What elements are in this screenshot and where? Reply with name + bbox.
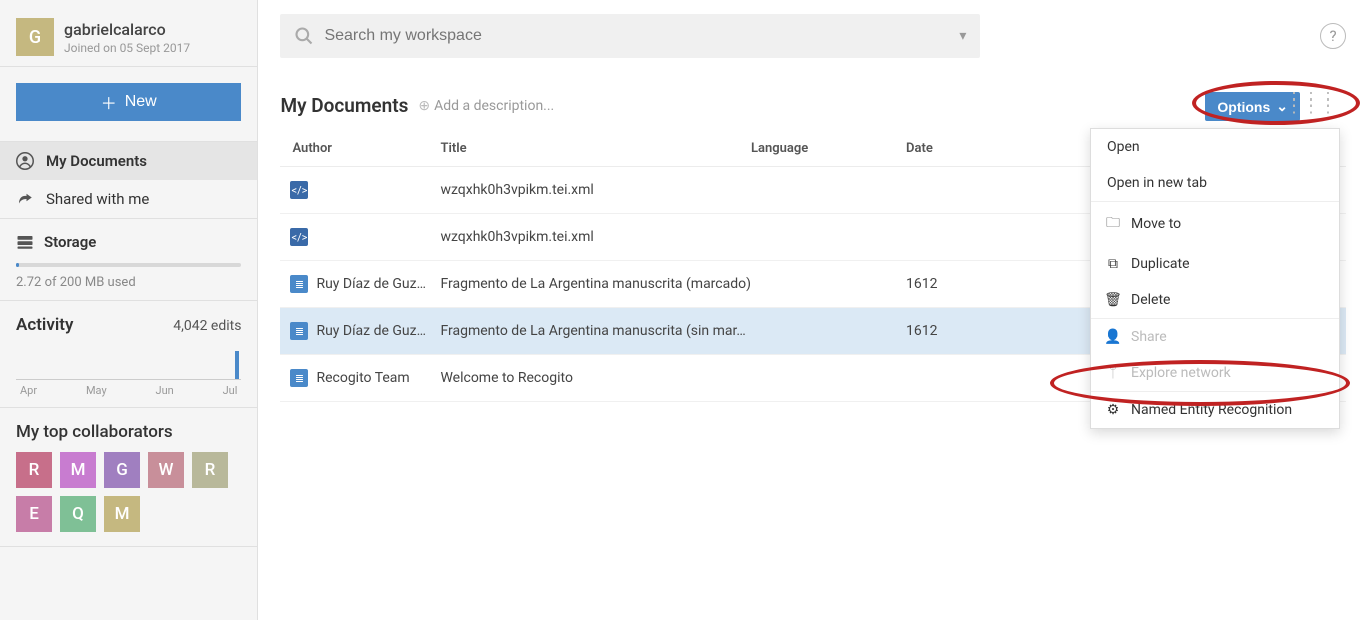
chevron-down-icon[interactable]: ▾ — [959, 28, 966, 44]
collaborator-badge[interactable]: W — [148, 452, 184, 488]
dd-share-label: Share — [1131, 329, 1167, 345]
gears-icon: ⚙ — [1105, 402, 1121, 418]
options-dropdown: Open Open in new tab 🗀 Move to ⧉ Duplica… — [1090, 128, 1340, 429]
profile-avatar: G — [16, 18, 54, 56]
col-title[interactable]: Title — [440, 141, 751, 156]
activity-bar — [235, 351, 239, 379]
dd-open-new-tab[interactable]: Open in new tab — [1091, 165, 1339, 201]
storage-icon — [16, 234, 34, 250]
storage-label: Storage — [44, 233, 96, 251]
add-description[interactable]: ⊕ Add a description... — [418, 98, 554, 114]
folder-icon: 🗀 — [1105, 212, 1121, 236]
dd-explore: ᛘ Explore network — [1091, 355, 1339, 391]
activity-count: 4,042 edits — [173, 318, 241, 334]
cell-date: 1612 — [906, 323, 1026, 339]
add-description-label: Add a description... — [434, 98, 554, 114]
storage-bar — [16, 263, 241, 267]
code-file-icon: </> — [290, 228, 308, 246]
plus-circle-icon: ⊕ — [418, 98, 430, 114]
cell-title: Welcome to Recogito — [440, 370, 751, 386]
nav-my-documents-label: My Documents — [46, 152, 147, 170]
search-input[interactable] — [324, 27, 959, 45]
doc-file-icon: ≣ — [290, 369, 308, 387]
activity-title: Activity — [16, 315, 73, 335]
duplicate-icon: ⧉ — [1105, 256, 1121, 272]
activity-months: Apr May Jun Jul — [16, 380, 241, 397]
activity-chart — [16, 345, 241, 380]
month-label: Jul — [223, 384, 238, 397]
new-button[interactable]: ＋ New — [16, 83, 241, 121]
nav-shared-with-me[interactable]: Shared with me — [0, 180, 257, 218]
search-icon — [294, 26, 314, 46]
main-content: ▾ ? My Documents ⊕ Add a description... … — [258, 0, 1368, 620]
collaborators-title: My top collaborators — [16, 422, 241, 442]
cell-title: Fragmento de La Argentina manuscrita (ma… — [440, 276, 751, 292]
profile-header: G gabrielcalarco Joined on 05 Sept 2017 — [0, 0, 257, 67]
cell-author: Ruy Díaz de Guz… — [316, 276, 425, 292]
dd-open[interactable]: Open — [1091, 129, 1339, 165]
code-file-icon: </> — [290, 181, 308, 199]
profile-username: gabrielcalarco — [64, 20, 190, 39]
dd-delete[interactable]: 🗑 Delete — [1091, 282, 1339, 318]
share-arrow-icon — [16, 190, 34, 208]
sidebar: G gabrielcalarco Joined on 05 Sept 2017 … — [0, 0, 258, 620]
dd-explore-label: Explore network — [1131, 365, 1231, 381]
storage-usage-text: 2.72 of 200 MB used — [16, 275, 241, 290]
network-icon: ᛘ — [1105, 365, 1121, 381]
col-date[interactable]: Date — [906, 141, 1026, 156]
dd-move-to[interactable]: 🗀 Move to — [1091, 202, 1339, 246]
cell-title: wzqxhk0h3vpikm.tei.xml — [440, 229, 751, 245]
trash-icon: 🗑 — [1105, 292, 1121, 308]
collaborator-badge[interactable]: Q — [60, 496, 96, 532]
dd-share: 👤 Share — [1091, 319, 1339, 355]
doc-file-icon: ≣ — [290, 322, 308, 340]
plus-icon: ＋ — [101, 90, 117, 114]
doc-file-icon: ≣ — [290, 275, 308, 293]
cell-author: Recogito Team — [316, 370, 409, 386]
collaborator-badge[interactable]: G — [104, 452, 140, 488]
collaborator-badge[interactable]: R — [16, 452, 52, 488]
page-title: My Documents — [280, 94, 408, 117]
month-label: Jun — [156, 384, 174, 397]
cell-date: 1612 — [906, 276, 1026, 292]
help-button[interactable]: ? — [1320, 23, 1346, 49]
dd-duplicate-label: Duplicate — [1131, 256, 1190, 272]
nav-shared-label: Shared with me — [46, 190, 149, 208]
storage-fill — [16, 263, 19, 267]
grid-view-icon[interactable]: ⋮⋮⋮⋮⋮⋮ — [1285, 96, 1336, 110]
dd-ner-label: Named Entity Recognition — [1131, 402, 1292, 418]
collaborator-badge[interactable]: R — [192, 452, 228, 488]
cell-title: wzqxhk0h3vpikm.tei.xml — [440, 182, 751, 198]
cell-title: Fragmento de La Argentina manuscrita (si… — [440, 323, 751, 339]
options-button-label: Options — [1217, 99, 1270, 115]
dd-delete-label: Delete — [1131, 292, 1170, 308]
user-circle-icon — [16, 152, 34, 170]
month-label: May — [86, 384, 107, 397]
collaborators-grid: RMGWREQM — [16, 452, 241, 532]
new-button-label: New — [125, 93, 157, 111]
profile-joined: Joined on 05 Sept 2017 — [64, 41, 190, 55]
month-label: Apr — [20, 384, 37, 397]
dd-ner[interactable]: ⚙ Named Entity Recognition — [1091, 392, 1339, 428]
cell-author: Ruy Díaz de Guz… — [316, 323, 425, 339]
col-author[interactable]: Author — [290, 141, 440, 156]
search-box[interactable]: ▾ — [280, 14, 980, 58]
collaborator-badge[interactable]: E — [16, 496, 52, 532]
col-language[interactable]: Language — [751, 141, 906, 156]
collaborator-badge[interactable]: M — [104, 496, 140, 532]
share-icon: 👤 — [1105, 329, 1121, 345]
nav-my-documents[interactable]: My Documents — [0, 142, 257, 180]
dd-move-label: Move to — [1131, 216, 1181, 232]
dd-duplicate[interactable]: ⧉ Duplicate — [1091, 246, 1339, 282]
collaborator-badge[interactable]: M — [60, 452, 96, 488]
